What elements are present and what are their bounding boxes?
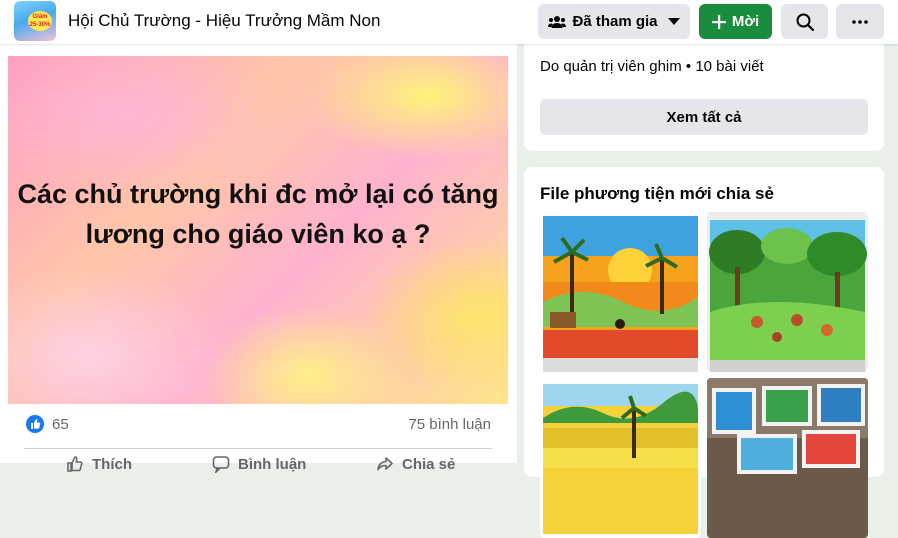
share-button[interactable]: Chia sẻ	[376, 454, 455, 474]
comment-icon	[212, 456, 230, 473]
thumbs-up-icon	[67, 456, 83, 472]
more-options-button[interactable]	[836, 4, 884, 39]
post-text: Các chủ trường khi đc mở lại có tăng lươ…	[17, 179, 499, 249]
like-reaction-icon[interactable]	[26, 415, 44, 433]
like-label: Thích	[92, 455, 132, 473]
recent-media-card: File phương tiện mới chia sẻ	[524, 167, 884, 538]
share-label: Chia sẻ	[402, 455, 456, 473]
post-card: Các chủ trường khi đc mở lại có tăng lươ…	[0, 44, 517, 473]
invite-button[interactable]: Mời	[699, 4, 772, 39]
media-tile-framed-paintings-display[interactable]	[707, 378, 868, 538]
share-icon	[377, 457, 393, 471]
comment-button[interactable]: Bình luận	[212, 454, 306, 474]
like-button[interactable]: Thích	[66, 454, 132, 474]
comment-label: Bình luận	[238, 455, 307, 473]
comment-count[interactable]: 75 bình luận	[408, 416, 491, 433]
pinned-posts-card: Do quản trị viên ghim • 10 bài viết Xem …	[524, 30, 884, 151]
group-members-icon	[548, 15, 567, 28]
caret-down-icon	[667, 17, 680, 25]
thumb-badge-line1: Giảm	[32, 14, 48, 20]
media-tile-sunset-landscape-painting[interactable]	[540, 212, 701, 372]
joined-button[interactable]: Đã tham gia	[538, 4, 690, 39]
like-count[interactable]: 65	[52, 416, 69, 433]
invite-label: Mời	[731, 13, 760, 30]
group-header: Giảm 25-30% Hội Chủ Trường - Hiệu Trưởng…	[0, 0, 898, 44]
media-section-title: File phương tiện mới chia sẻ	[540, 184, 774, 203]
plus-icon	[711, 14, 726, 29]
thumb-badge-line2: 25-30%	[29, 22, 51, 28]
thumb-sale-badge: Giảm 25-30%	[28, 11, 52, 31]
search-button[interactable]	[781, 4, 828, 39]
media-tile-forest-scene-painting[interactable]	[707, 212, 868, 372]
pinned-subtitle: Do quản trị viên ghim • 10 bài viết	[540, 58, 764, 75]
more-dots-icon	[852, 19, 868, 24]
stats-divider	[24, 448, 492, 449]
joined-label: Đã tham gia	[572, 13, 658, 30]
see-all-button[interactable]: Xem tất cả	[540, 99, 868, 135]
group-avatar[interactable]: Giảm 25-30%	[14, 1, 56, 41]
group-title[interactable]: Hội Chủ Trường - Hiệu Trưởng Mầm Non	[68, 11, 380, 31]
search-icon	[796, 13, 814, 31]
post-stats: 65 75 bình luận	[8, 406, 508, 444]
post-background[interactable]: Các chủ trường khi đc mở lại có tăng lươ…	[8, 56, 508, 404]
media-tile-rice-field-painting[interactable]	[540, 378, 701, 538]
